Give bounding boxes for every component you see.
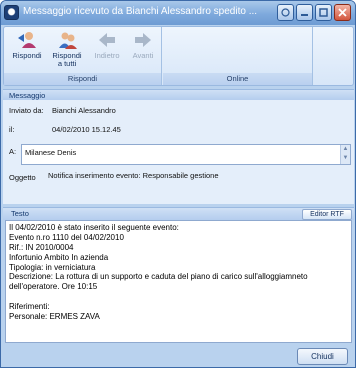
window-title: Messaggio ricevuto da Bianchi Alessandro…	[23, 6, 258, 17]
reply-all-button[interactable]: Rispondi a tutti	[48, 29, 86, 68]
close-icon	[338, 8, 347, 17]
body-line	[9, 292, 348, 302]
recipient-field[interactable]: Milanese Denis ▲ ▼	[21, 144, 351, 165]
reply-button[interactable]: Rispondi	[10, 29, 44, 60]
ribbon-toolbar: Rispondi Rispondi a tutti Indietro Avant…	[3, 26, 354, 86]
body-line: Rif.: IN 2010/0004	[9, 242, 74, 252]
message-body-text[interactable]: Il 04/02/2010 è stato inserito il seguen…	[5, 220, 352, 343]
minimize-button[interactable]	[296, 4, 313, 21]
reply-all-people-icon	[59, 32, 77, 49]
message-window: Messaggio ricevuto da Bianchi Alessandro…	[0, 0, 356, 368]
subject-value: Notifica inserimento evento: Responsabil…	[48, 171, 219, 180]
body-line: Personale: ERMES ZAVA	[9, 312, 100, 322]
subject-label: Oggetto	[9, 173, 36, 182]
recipient-value: Milanese Denis	[25, 148, 77, 157]
body-line: Riferimenti:	[9, 302, 50, 312]
messaggio-section-title: Messaggio	[3, 89, 354, 100]
body-line: Il 04/02/2010 è stato inserito il seguen…	[9, 223, 179, 232]
app-logo-icon	[4, 5, 19, 20]
forward-label: Avanti	[132, 51, 154, 60]
scroll-up-icon[interactable]: ▲	[341, 145, 350, 154]
recipient-scrollbar[interactable]: ▲ ▼	[340, 145, 350, 164]
reply-person-icon	[18, 32, 36, 48]
body-line: dell'operatore. Ore 10:15	[9, 282, 98, 292]
arrow-left-icon	[99, 33, 115, 47]
recipient-label: A:	[9, 147, 17, 156]
ribbon-group-online: Online	[163, 27, 313, 85]
body-line: Infortunio Ambito In azienda	[9, 252, 109, 262]
online-group-label: Online	[163, 73, 312, 85]
date-label: il:	[9, 125, 15, 134]
sender-value: Bianchi Alessandro	[52, 106, 116, 115]
body-line: Descrizione: La rottura di un supporto e…	[9, 272, 308, 282]
maximize-button[interactable]	[315, 4, 332, 21]
date-value: 04/02/2010 15.12.45	[52, 125, 121, 134]
arrow-right-icon	[135, 33, 151, 47]
minimize-icon	[301, 14, 308, 16]
forward-button[interactable]: Avanti	[128, 29, 158, 60]
testo-section-title: Testo	[11, 209, 29, 218]
close-window-button[interactable]	[334, 4, 351, 21]
rispondi-group-label: Rispondi	[4, 73, 161, 85]
back-button[interactable]: Indietro	[92, 29, 122, 60]
message-details-panel: Inviato da: Bianchi Alessandro il: 04/02…	[3, 100, 354, 204]
close-button[interactable]: Chiudi	[297, 348, 348, 365]
editor-rtf-button[interactable]: Editor RTF	[302, 209, 352, 220]
sender-label: Inviato da:	[9, 106, 44, 115]
help-icon	[281, 8, 290, 17]
body-line: Tipologia: in verniciatura	[9, 262, 96, 272]
title-bar[interactable]: Messaggio ricevuto da Bianchi Alessandro…	[1, 1, 355, 25]
body-line: Evento n.ro 1110 del 04/02/2010	[9, 232, 124, 242]
maximize-icon	[319, 8, 328, 17]
back-label: Indietro	[94, 51, 120, 60]
footer-bar: Chiudi	[1, 344, 355, 367]
ribbon-group-rispondi: Rispondi Rispondi a tutti Indietro Avant…	[4, 27, 162, 85]
reply-label: Rispondi	[12, 51, 42, 60]
scroll-down-icon[interactable]: ▼	[341, 154, 350, 163]
reply-all-label-2: a tutti	[57, 59, 77, 68]
help-button[interactable]	[277, 4, 294, 21]
testo-section-header: Testo Editor RTF	[3, 207, 354, 220]
